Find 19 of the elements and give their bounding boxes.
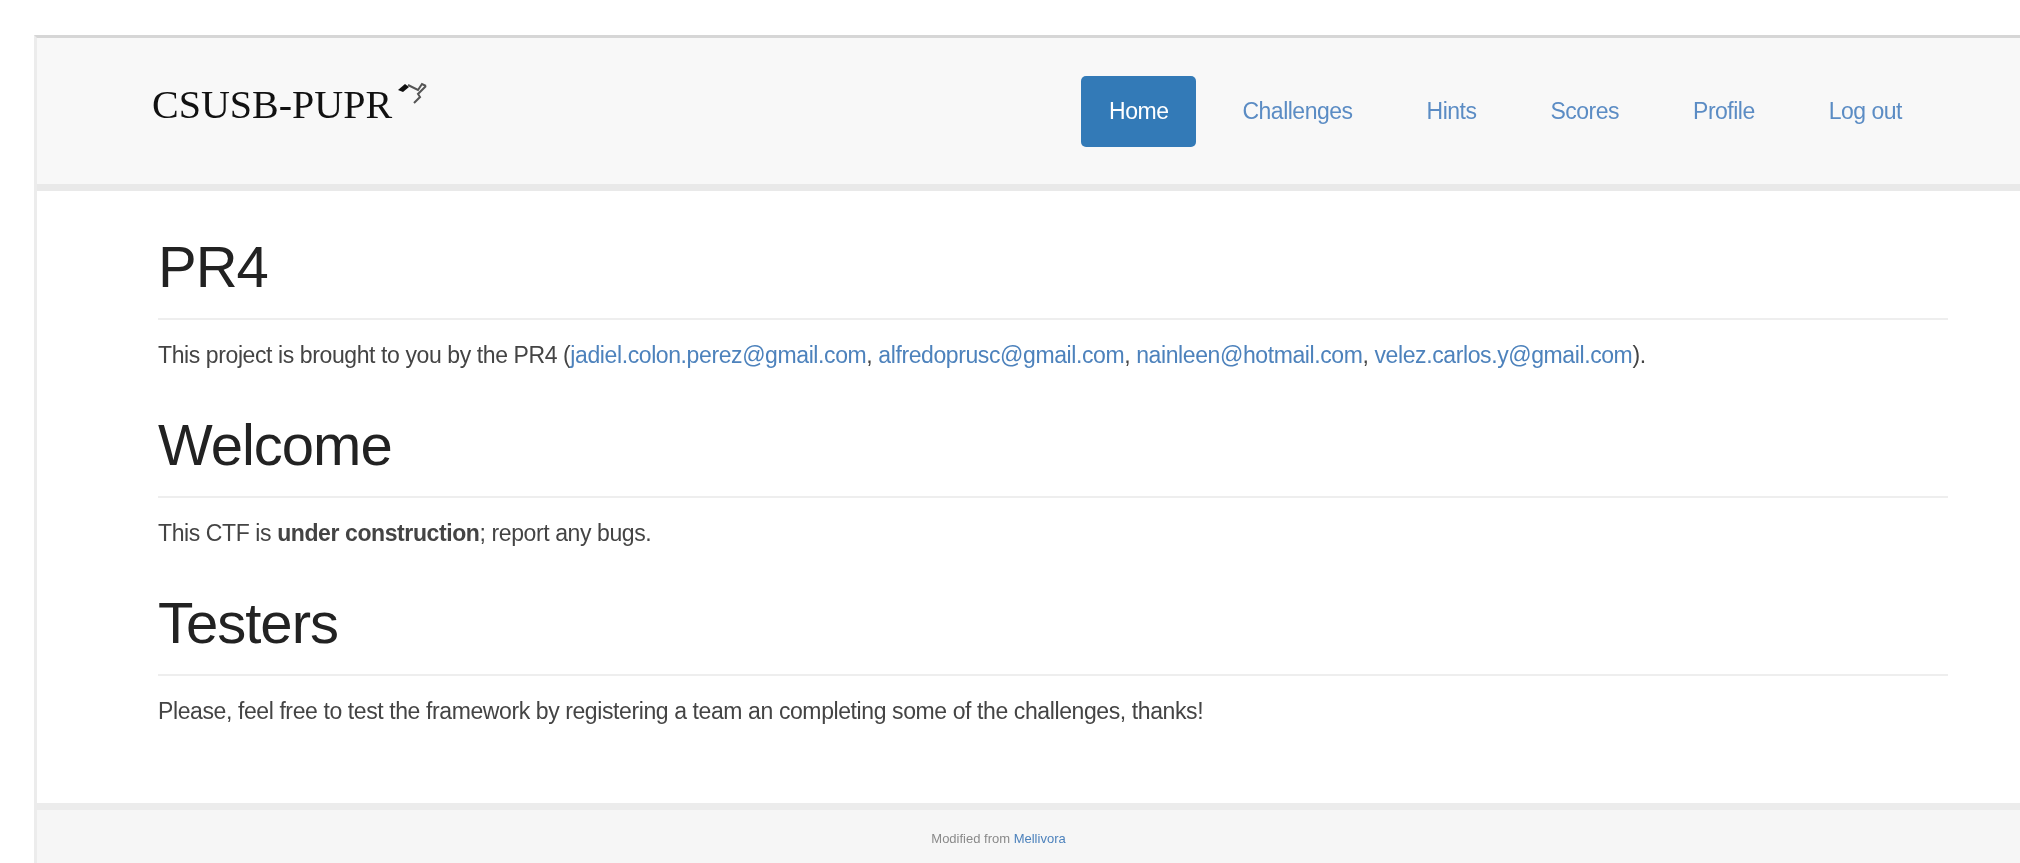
nav-link[interactable]: Challenges	[1214, 75, 1381, 147]
email-link[interactable]: alfredoprusc@gmail.com	[878, 342, 1125, 368]
paragraph: This CTF is under construction; report any bugs.	[158, 520, 653, 547]
site-logo[interactable]: CSUSB-PUPR	[152, 80, 393, 128]
email-link[interactable]: jadiel.colon.perez@gmail.com	[570, 342, 867, 368]
section-heading: Welcome	[158, 387, 1948, 498]
email-link[interactable]: nainleen@hotmail.com	[1136, 342, 1363, 368]
section-heading: Testers	[158, 565, 1948, 676]
nav-link[interactable]: Scores	[1522, 75, 1648, 147]
footer-link[interactable]: Mellivora	[1013, 830, 1066, 846]
nav-link[interactable]: Home	[1081, 75, 1197, 147]
nav-link[interactable]: Profile	[1665, 75, 1783, 147]
nav-link[interactable]: Log out	[1800, 75, 1930, 147]
paragraph: Please, feel free to test the framework by registering a team an completing some of the challenges, thanks!	[158, 698, 1205, 725]
email-link[interactable]: velez.carlos.y@gmail.com	[1374, 342, 1633, 368]
paragraph: This project is brought to you by the PR4 (jadiel.colon.perez@gmail.com, alfredoprusc@gmail.com, nainleen@hotmail.com, velez.carlos.y@gmail.com).	[158, 342, 1647, 369]
nav-link[interactable]: Hints	[1398, 75, 1505, 147]
section-heading: PR4	[158, 209, 1948, 320]
footer-text: Modified from Mellivora	[931, 830, 1066, 846]
